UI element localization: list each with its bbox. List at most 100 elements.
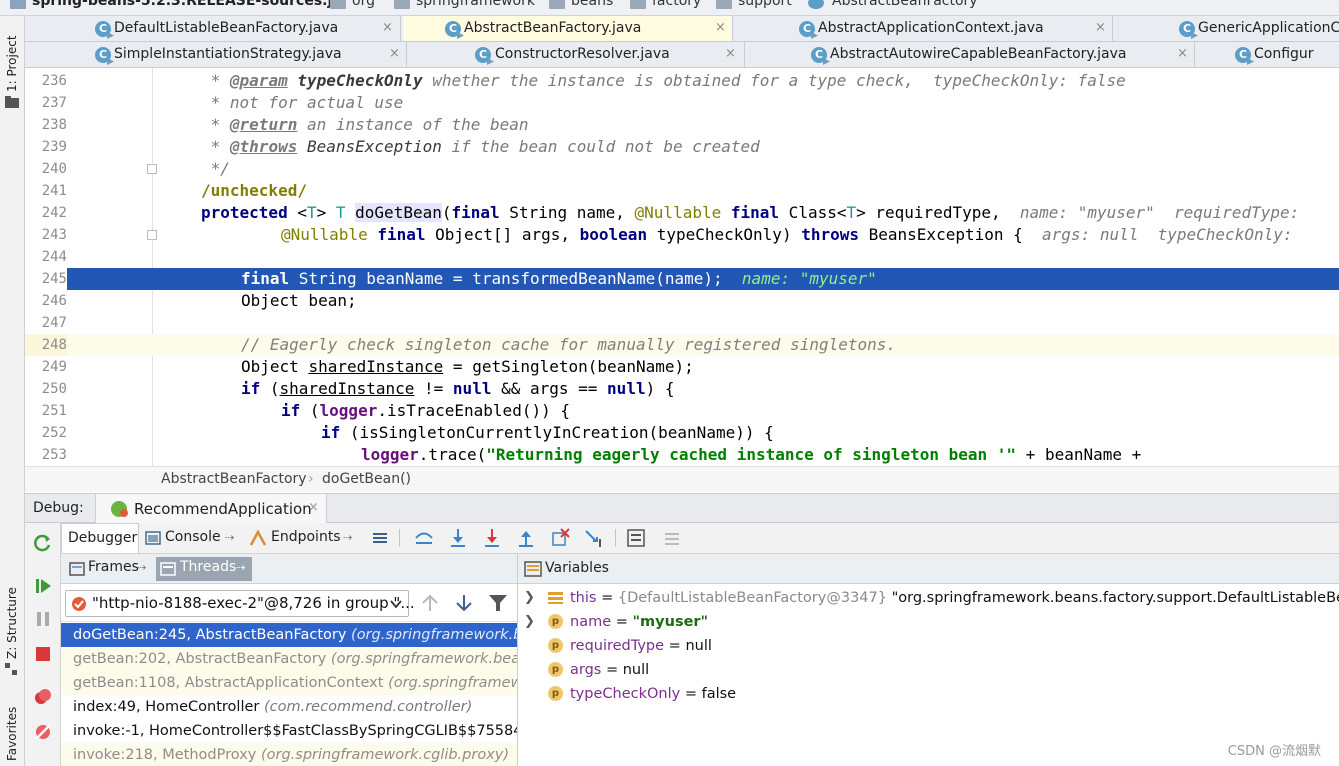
frames-pane: Frames ⇢ Threads ⇢ "http-nio-8188-exec-2…: [61, 554, 518, 766]
close-icon[interactable]: ×: [389, 46, 400, 61]
stack-frame[interactable]: getBean:202, AbstractBeanFactory (org.sp…: [61, 647, 517, 671]
class-icon: C: [95, 47, 111, 63]
run-config-label: RecommendApplication: [134, 500, 312, 518]
chevron-right-icon[interactable]: ❯: [524, 610, 535, 634]
fold-icon[interactable]: [147, 230, 157, 240]
resume-icon[interactable]: [33, 576, 53, 596]
rerun-icon[interactable]: [33, 533, 53, 553]
variable-row[interactable]: p requiredType = null: [518, 634, 1339, 658]
arrow-down-icon[interactable]: [453, 593, 475, 613]
tab-constructorresolver[interactable]: C ConstructorResolver.java ×: [409, 42, 745, 67]
close-icon[interactable]: ×: [725, 46, 736, 61]
run-to-cursor-icon[interactable]: [583, 527, 605, 549]
step-over-icon[interactable]: [447, 527, 469, 549]
spring-boot-icon: [111, 501, 128, 517]
tab-abstractbeanfactory[interactable]: C AbstractBeanFactory.java ×: [403, 16, 733, 41]
tab-endpoints[interactable]: Endpoints ⇢: [247, 523, 361, 553]
stack-frame[interactable]: invoke:-1, HomeController$$FastClassBySp…: [61, 719, 517, 743]
evaluate-expression-icon[interactable]: [625, 527, 647, 549]
folder-icon: [630, 0, 646, 9]
mute-breakpoints-icon[interactable]: [33, 722, 53, 742]
drop-frame-icon[interactable]: [549, 527, 571, 549]
class-icon: C: [95, 21, 111, 37]
nav-item-factory[interactable]: factory: [652, 0, 701, 9]
trace-current-stream-icon[interactable]: [661, 527, 683, 549]
frames-pane-header: Frames ⇢ Threads ⇢: [61, 554, 517, 584]
watermark: CSDN @流烟默: [1227, 744, 1321, 759]
console-icon: [145, 531, 161, 545]
fold-icon[interactable]: [147, 164, 157, 174]
close-icon[interactable]: ×: [1095, 20, 1106, 35]
tab-label: AbstractAutowireCapableBeanFactory.java: [830, 46, 1127, 62]
code-line: 246 Object bean;: [41, 291, 357, 310]
code-line: 240 */: [41, 159, 230, 178]
current-execution-line: 245 final String beanName = transformedB…: [25, 268, 1339, 290]
code-line: 244: [41, 249, 67, 265]
project-tool-button[interactable]: 1: Project: [5, 35, 19, 92]
chevron-right-icon[interactable]: ❯: [524, 586, 535, 610]
tab-configuration[interactable]: C Configur: [1197, 42, 1339, 67]
arrow-up-icon[interactable]: [419, 593, 441, 613]
close-icon[interactable]: ×: [308, 500, 319, 515]
tab-abstractapplicationcontext[interactable]: C AbstractApplicationContext.java ×: [735, 16, 1113, 41]
view-breakpoints-icon[interactable]: [33, 687, 53, 707]
tab-frames[interactable]: Frames ⇢: [65, 557, 153, 581]
code-editor[interactable]: 236 * @param typeCheckOnly whether the i…: [25, 68, 1339, 466]
tab-simpleinstantiationstrategy[interactable]: C SimpleInstantiationStrategy.java ×: [87, 42, 407, 67]
close-icon[interactable]: ×: [1177, 46, 1188, 61]
tab-defaultlistablebeanfactory[interactable]: C DefaultListableBeanFactory.java ×: [87, 16, 401, 41]
breadcrumb-method[interactable]: doGetBean(): [322, 471, 411, 487]
nav-item-springframework[interactable]: springframework: [416, 0, 535, 9]
menu-icon[interactable]: [369, 527, 391, 549]
thread-selector[interactable]: "http-nio-8188-exec-2"@8,726 in group ".…: [65, 590, 415, 617]
close-icon[interactable]: ×: [382, 20, 393, 35]
close-icon[interactable]: ×: [715, 20, 726, 35]
editor-breadcrumb: AbstractBeanFactory › doGetBean(): [25, 466, 1339, 492]
stop-icon[interactable]: [33, 644, 53, 664]
variable-row[interactable]: ❯ this = {DefaultListableBeanFactory@334…: [518, 586, 1339, 610]
class-icon: C: [445, 21, 461, 37]
tab-threads[interactable]: Threads ⇢: [156, 557, 252, 581]
stack-frame[interactable]: invoke:218, MethodProxy (org.springframe…: [61, 743, 517, 766]
nav-item-support[interactable]: support: [738, 0, 792, 9]
step-into-icon[interactable]: [481, 527, 503, 549]
class-icon: C: [811, 47, 827, 63]
structure-icon: [5, 663, 17, 675]
debug-side-toolbar: [25, 523, 61, 766]
nav-item-class[interactable]: AbstractBeanFactory: [832, 0, 978, 9]
tab-console[interactable]: Console ⇢: [141, 523, 243, 553]
code-line: 239 * @throws BeansException if the bean…: [41, 137, 760, 156]
stack-frame[interactable]: doGetBean:245, AbstractBeanFactory (org.…: [61, 623, 517, 647]
breadcrumb-class[interactable]: AbstractBeanFactory: [161, 471, 307, 487]
tab-debugger[interactable]: Debugger: [61, 523, 139, 553]
editor-tabs-row-1: C DefaultListableBeanFactory.java × C Ab…: [25, 16, 1339, 42]
run-config-tab[interactable]: RecommendApplication ×: [95, 494, 327, 523]
class-icon: C: [1179, 21, 1195, 37]
show-execution-point-icon[interactable]: [413, 527, 435, 549]
variable-row[interactable]: p args = null: [518, 658, 1339, 682]
tab-abstractautowirecapablebeanfactory[interactable]: C AbstractAutowireCapableBeanFactory.jav…: [747, 42, 1195, 67]
nav-item-jar[interactable]: spring-beans-5.2.3.RELEASE-sources.jar: [32, 0, 349, 9]
filter-icon[interactable]: [487, 593, 509, 613]
tab-label: AbstractApplicationContext.java: [818, 20, 1044, 36]
tab-label: GenericApplicationC: [1198, 20, 1339, 36]
thread-selector-value: "http-nio-8188-exec-2"@8,726 in group ".…: [92, 594, 415, 612]
stack-frame[interactable]: index:49, HomeController (com.recommend.…: [61, 695, 517, 719]
tab-label: SimpleInstantiationStrategy.java: [114, 46, 342, 62]
structure-tool-button[interactable]: Z: Structure: [5, 587, 19, 659]
nav-item-org[interactable]: org: [352, 0, 375, 9]
code-line: 250 if (sharedInstance != null && args =…: [41, 379, 675, 398]
variable-row[interactable]: p typeCheckOnly = false: [518, 682, 1339, 706]
code-line: 238 * @return an instance of the bean: [41, 115, 529, 134]
tab-genericapplicationcontext[interactable]: C GenericApplicationC: [1115, 16, 1339, 41]
step-out-icon[interactable]: [515, 527, 537, 549]
stack-frame[interactable]: getBean:1108, AbstractApplicationContext…: [61, 671, 517, 695]
endpoints-icon: [249, 529, 267, 546]
pause-icon[interactable]: [33, 609, 53, 629]
class-icon: C: [475, 47, 491, 63]
nav-item-beans[interactable]: beans: [571, 0, 613, 9]
code-line: 242 protected <T> T doGetBean(final Stri…: [41, 203, 1300, 222]
variable-row[interactable]: ❯ p name = "myuser": [518, 610, 1339, 634]
variables-icon: [524, 561, 542, 577]
favorites-tool-button[interactable]: Favorites: [5, 707, 19, 761]
